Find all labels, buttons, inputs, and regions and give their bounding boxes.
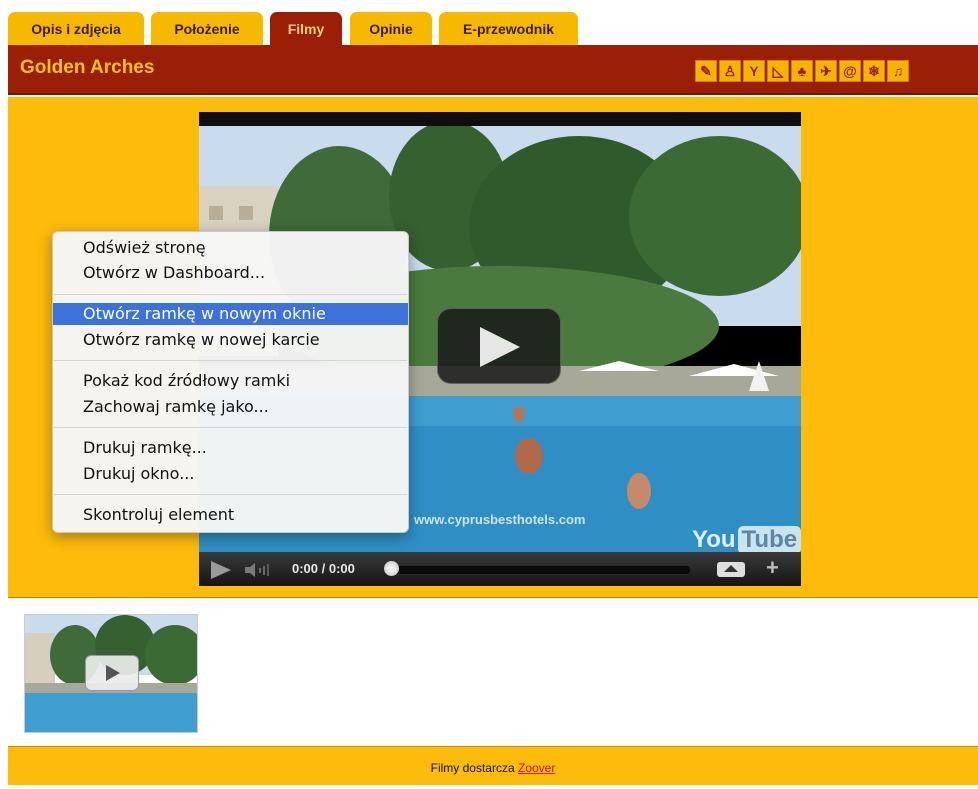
bar-icon[interactable]: Y — [743, 60, 765, 82]
expand-icon[interactable] — [717, 562, 745, 577]
beach-icon[interactable]: ◺ — [767, 60, 789, 82]
big-play-button[interactable] — [437, 308, 561, 384]
menu-item-view-frame-source[interactable]: Pokaż kod źródłowy ramki — [53, 370, 408, 392]
amenity-icons: ✎ ♙ Y ◺ ♣ ✈ @ ❄ ♫ — [695, 60, 909, 82]
air-conditioning-icon[interactable]: ❄ — [863, 60, 885, 82]
menu-separator — [54, 360, 407, 361]
tab-location[interactable]: Położenie — [151, 12, 263, 45]
sports-icon[interactable]: ✈ — [815, 60, 837, 82]
video-time: 0:00 / 0:00 — [292, 561, 355, 576]
seek-handle[interactable] — [384, 561, 399, 576]
internet-icon[interactable]: @ — [839, 60, 861, 82]
menu-item-open-frame-new-window[interactable]: Otwórz ramkę w nowym oknie — [53, 303, 408, 325]
kids-club-icon[interactable]: ♣ — [791, 60, 813, 82]
tab-reviews[interactable]: Opinie — [350, 12, 432, 45]
add-icon[interactable]: + — [766, 557, 779, 579]
menu-item-open-in-dashboard[interactable]: Otwórz w Dashboard... — [53, 262, 408, 284]
video-controls: 0:00 / 0:00 + — [199, 552, 801, 586]
music-icon[interactable]: ♫ — [887, 60, 909, 82]
menu-item-inspect-element[interactable]: Skontroluj element — [53, 504, 408, 526]
thumbnail-play-icon[interactable] — [85, 655, 139, 691]
youtube-logo[interactable]: You Tube — [692, 524, 801, 552]
youtube-logo-you: You — [692, 526, 736, 552]
play-icon — [480, 327, 520, 367]
hotel-header: Golden Arches ✎ ♙ Y ◺ ♣ ✈ @ ❄ ♫ — [8, 45, 978, 95]
menu-item-reload-page[interactable]: Odśwież stronę — [53, 237, 408, 259]
youtube-logo-tube: Tube — [737, 526, 801, 552]
seek-bar[interactable] — [389, 565, 691, 575]
hotel-name: Golden Arches — [20, 57, 155, 78]
footer-text: Filmy dostarcza — [430, 761, 515, 775]
restaurant-icon[interactable]: ✎ — [695, 60, 717, 82]
zoover-link[interactable]: Zoover — [518, 761, 555, 775]
tab-description[interactable]: Opis i zdjęcia — [8, 12, 144, 45]
video-top-bar — [199, 112, 801, 126]
video-thumbnail[interactable] — [24, 614, 198, 733]
context-menu: Odśwież stronę Otwórz w Dashboard... Otw… — [52, 231, 409, 533]
menu-item-print-frame[interactable]: Drukuj ramkę... — [53, 437, 408, 459]
family-icon[interactable]: ♙ — [719, 60, 741, 82]
tab-e-guide[interactable]: E-przewodnik — [439, 12, 578, 45]
volume-icon[interactable] — [245, 562, 273, 578]
tab-videos[interactable]: Filmy — [270, 12, 342, 45]
video-watermark: www.cyprusbesthotels.com — [414, 512, 586, 527]
footer: Filmy dostarcza Zoover — [8, 746, 978, 785]
menu-item-save-frame-as[interactable]: Zachowaj ramkę jako... — [53, 396, 408, 418]
menu-item-print-window[interactable]: Drukuj okno... — [53, 463, 408, 485]
menu-separator — [54, 427, 407, 428]
menu-separator — [54, 494, 407, 495]
menu-separator — [54, 294, 407, 295]
play-icon[interactable] — [211, 561, 231, 579]
menu-item-open-frame-new-tab[interactable]: Otwórz ramkę w nowej karcie — [53, 329, 408, 351]
